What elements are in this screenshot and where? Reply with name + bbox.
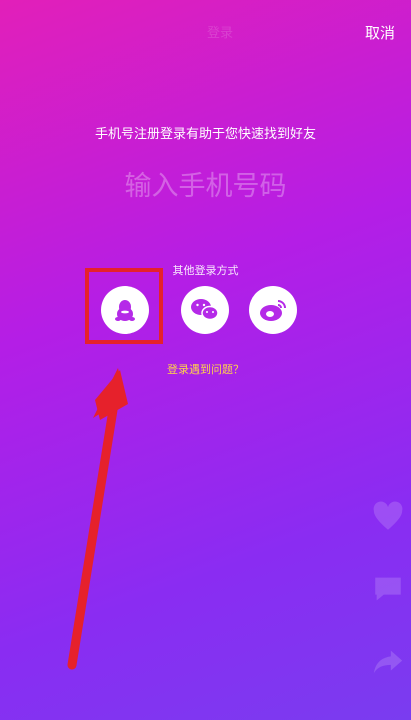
annotation-arrow-icon [67,368,128,670]
comment-icon [375,577,401,601]
heart-icon [373,501,403,530]
share-icon [373,650,403,674]
